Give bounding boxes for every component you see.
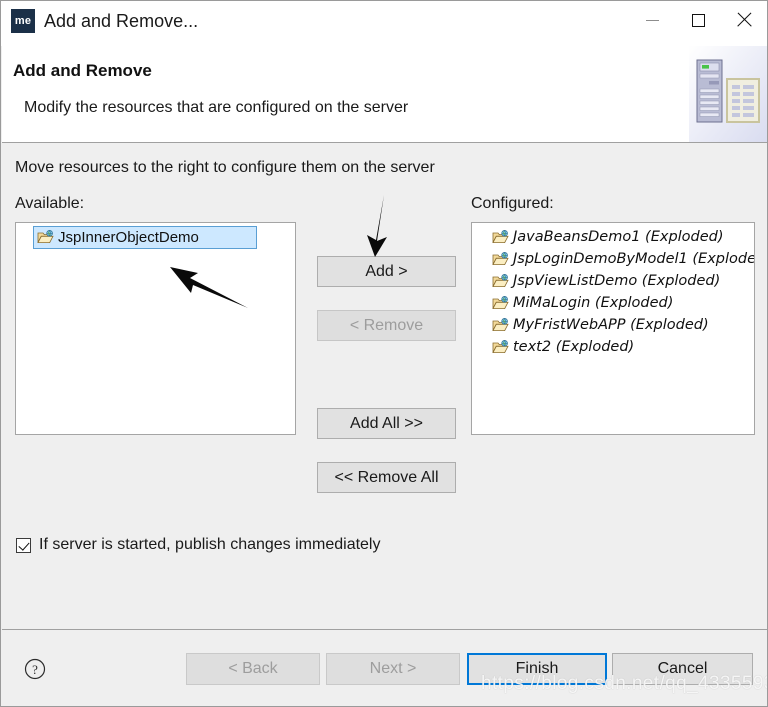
project-folder-icon [492, 295, 509, 309]
list-item[interactable]: JspLoginDemoByModel1 (Exploded) [472, 248, 754, 270]
maximize-button[interactable] [675, 1, 721, 39]
list-item-label: JspInnerObjectDemo [58, 229, 199, 246]
list-item-label: JavaBeansDemo1 (Exploded) [513, 228, 724, 245]
close-icon [736, 12, 752, 28]
remove-all-button[interactable]: << Remove All [317, 462, 456, 493]
next-button[interactable]: Next > [326, 653, 460, 685]
project-folder-icon [492, 251, 509, 265]
list-item-label: MyFristWebAPP (Exploded) [513, 316, 709, 333]
window-controls [629, 1, 767, 46]
project-folder-icon [492, 229, 509, 243]
configured-resources-list[interactable]: JavaBeansDemo1 (Exploded) JspLoginDemoByM… [471, 222, 755, 435]
dialog-header: Add and Remove Modify the resources that… [2, 46, 767, 143]
svg-text:?: ? [32, 662, 38, 677]
list-item-label: JspLoginDemoByModel1 (Exploded) [513, 250, 755, 267]
list-item[interactable]: MyFristWebAPP (Exploded) [472, 314, 754, 336]
help-icon[interactable]: ? [24, 658, 46, 680]
maximize-icon [691, 13, 705, 27]
server-banner-icon [689, 46, 767, 142]
add-and-remove-dialog: me Add and Remove... Add and Remove Modi… [0, 0, 768, 707]
minimize-button[interactable] [629, 1, 675, 39]
remove-button[interactable]: < Remove [317, 310, 456, 341]
list-item-label: text2 (Exploded) [513, 338, 635, 355]
add-all-button[interactable]: Add All >> [317, 408, 456, 439]
title-bar: me Add and Remove... [1, 1, 767, 46]
list-item[interactable]: JspInnerObjectDemo [33, 226, 257, 249]
cancel-button[interactable]: Cancel [612, 653, 753, 685]
minimize-icon [645, 19, 659, 21]
publish-immediately-row[interactable]: If server is started, publish changes im… [16, 536, 380, 554]
list-item-label: JspViewListDemo (Exploded) [513, 272, 721, 289]
finish-button[interactable]: Finish [467, 653, 607, 685]
page-title: Add and Remove [13, 61, 152, 80]
project-folder-icon [492, 339, 509, 353]
list-item[interactable]: text2 (Exploded) [472, 336, 754, 358]
publish-immediately-checkbox[interactable] [16, 537, 31, 553]
project-folder-icon [492, 273, 509, 287]
configured-list-label: Configured: [471, 195, 554, 212]
dialog-body: Move resources to the right to configure… [2, 144, 767, 629]
body-instruction: Move resources to the right to configure… [15, 159, 435, 176]
available-resources-list[interactable]: JspInnerObjectDemo [15, 222, 296, 435]
list-item[interactable]: JspViewListDemo (Exploded) [472, 270, 754, 292]
list-item-label: MiMaLogin (Exploded) [513, 294, 674, 311]
list-item[interactable]: JavaBeansDemo1 (Exploded) [472, 226, 754, 248]
available-list-label: Available: [15, 195, 85, 212]
list-item[interactable]: MiMaLogin (Exploded) [472, 292, 754, 314]
close-button[interactable] [721, 1, 767, 39]
title-bar-left: me Add and Remove... [1, 1, 629, 33]
project-folder-icon [492, 317, 509, 331]
page-description: Modify the resources that are configured… [24, 99, 409, 116]
publish-immediately-label: If server is started, publish changes im… [39, 536, 381, 553]
add-button[interactable]: Add > [317, 256, 456, 287]
project-folder-icon [37, 230, 54, 243]
window-title: Add and Remove... [44, 10, 199, 31]
app-icon: me [11, 9, 35, 33]
back-button[interactable]: < Back [186, 653, 320, 685]
